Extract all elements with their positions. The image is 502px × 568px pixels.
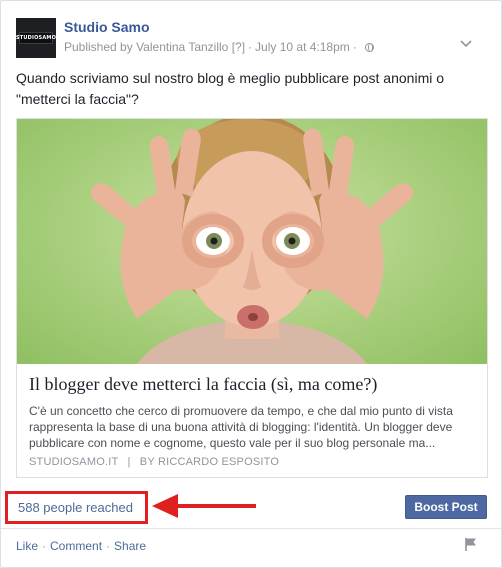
- preview-title[interactable]: Il blogger deve metterci la faccia (sì, …: [29, 374, 477, 395]
- preview-source-separator: |: [127, 456, 131, 468]
- chevron-down-icon[interactable]: [458, 38, 474, 50]
- preview-image: [17, 119, 487, 364]
- globe-icon[interactable]: [364, 42, 374, 52]
- people-reached-link[interactable]: 588 people reached: [18, 500, 133, 515]
- page-avatar[interactable]: STUDIOSAMO: [16, 18, 56, 58]
- action-separator-2: ·: [106, 539, 111, 553]
- help-link[interactable]: [?]: [232, 40, 245, 54]
- post-card: STUDIOSAMO Studio Samo Published by Vale…: [0, 0, 502, 568]
- like-button[interactable]: Like: [16, 539, 38, 553]
- preview-description: C'è un concetto che cerco di promuovere …: [29, 404, 453, 450]
- page-logo: STUDIOSAMO: [15, 32, 57, 44]
- page-name-link[interactable]: Studio Samo: [64, 19, 150, 35]
- preview-source: STUDIOSAMO.IT | BY RICCARDO ESPOSITO: [29, 456, 279, 468]
- preview-by-prefix: BY: [139, 456, 155, 468]
- author-link[interactable]: Valentina Tanzillo: [136, 40, 228, 54]
- post-header: STUDIOSAMO Studio Samo Published by Vale…: [16, 18, 486, 62]
- comment-button[interactable]: Comment: [50, 539, 102, 553]
- preview-domain: STUDIOSAMO.IT: [29, 456, 119, 468]
- meta-separator: ·: [248, 40, 253, 54]
- post-meta: Published by Valentina Tanzillo [?] · Ju…: [64, 40, 374, 54]
- link-preview[interactable]: Il blogger deve metterci la faccia (sì, …: [16, 118, 488, 478]
- actions-divider: [1, 528, 501, 529]
- logo-text: STUDIOSAMO: [15, 35, 57, 41]
- post-timestamp[interactable]: July 10 at 4:18pm: [255, 40, 350, 54]
- published-prefix: Published by: [64, 40, 133, 54]
- boost-post-button[interactable]: Boost Post: [405, 495, 487, 519]
- annotation-arrow-icon: [152, 494, 256, 518]
- action-separator: ·: [42, 539, 47, 553]
- preview-author[interactable]: RICCARDO ESPOSITO: [158, 456, 279, 468]
- meta-separator-2: ·: [352, 40, 357, 54]
- post-message: Quando scriviamo sul nostro blog è megli…: [16, 70, 445, 107]
- share-button[interactable]: Share: [114, 539, 146, 553]
- flag-icon[interactable]: [463, 536, 479, 552]
- reach-highlight-box: 588 people reached: [5, 491, 148, 524]
- post-actions: Like · Comment · Share: [16, 539, 146, 553]
